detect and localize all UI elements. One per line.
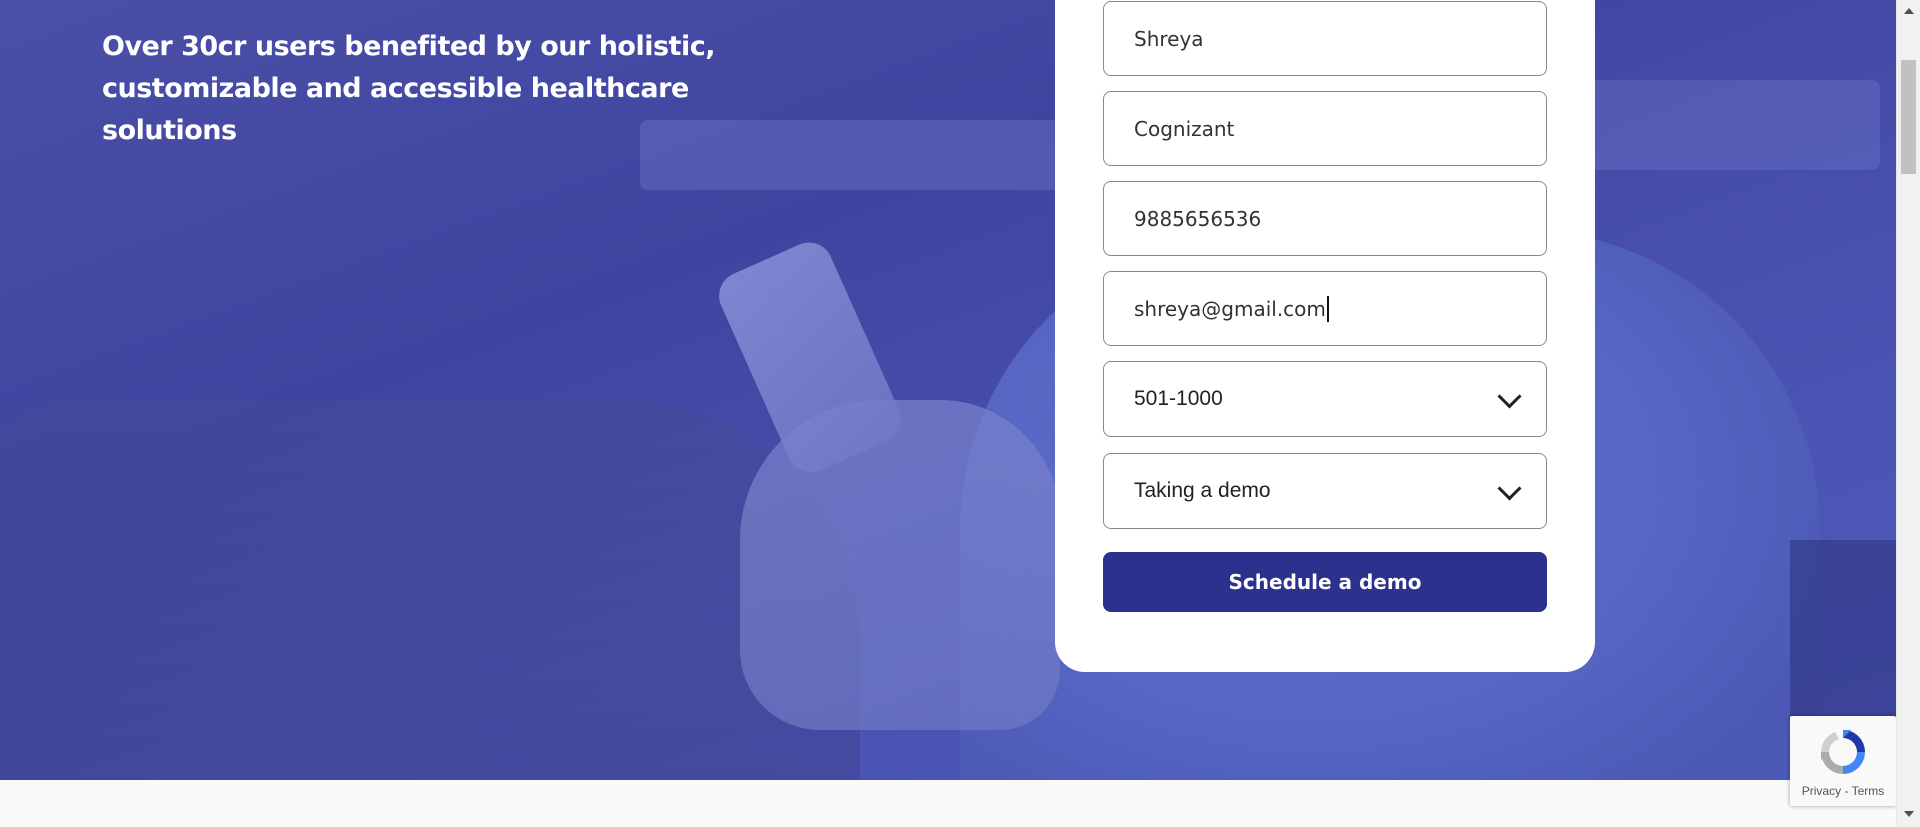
- chevron-down-icon: [1497, 384, 1522, 409]
- phone-field-value: 9885656536: [1134, 206, 1262, 231]
- chevron-down-icon: [1497, 476, 1522, 501]
- recaptcha-links: Privacy - Terms: [1790, 784, 1896, 798]
- name-field[interactable]: Shreya: [1103, 1, 1547, 76]
- name-field-value: Shreya: [1134, 26, 1204, 51]
- background-sofa: [0, 400, 860, 780]
- email-field-value: shreya@gmail.com: [1134, 296, 1326, 321]
- hero-headline-line2: customizable and accessible healthcare s…: [102, 73, 689, 146]
- recaptcha-logo-icon: [1821, 730, 1865, 774]
- email-field[interactable]: shreya@gmail.com: [1103, 271, 1547, 346]
- schedule-demo-button[interactable]: Schedule a demo: [1103, 552, 1547, 612]
- hero-headline: Over 30cr users benefited by our holisti…: [102, 26, 822, 152]
- phone-field[interactable]: 9885656536: [1103, 181, 1547, 256]
- background-window-light: [1580, 80, 1880, 170]
- hero-headline-line1: Over 30cr users benefited by our holisti…: [102, 31, 715, 62]
- employee-count-selected: 501-1000: [1134, 387, 1223, 410]
- company-field-value: Cognizant: [1134, 116, 1235, 141]
- scroll-thumb[interactable]: [1901, 60, 1916, 174]
- page-viewport: Over 30cr users benefited by our holisti…: [0, 0, 1920, 827]
- demo-form-card: Shreya Cognizant 9885656536 shreya@gmail…: [1055, 0, 1595, 672]
- terms-link[interactable]: Terms: [1852, 784, 1885, 798]
- scroll-up-arrow-icon[interactable]: [1904, 8, 1914, 14]
- link-separator: -: [1841, 784, 1852, 798]
- privacy-link[interactable]: Privacy: [1802, 784, 1841, 798]
- company-field[interactable]: Cognizant: [1103, 91, 1547, 166]
- purpose-select[interactable]: Taking a demo: [1103, 453, 1547, 529]
- purpose-selected: Taking a demo: [1134, 479, 1271, 502]
- page-scrollbar[interactable]: [1896, 0, 1920, 827]
- scroll-down-arrow-icon[interactable]: [1904, 811, 1914, 817]
- text-cursor: [1326, 295, 1329, 322]
- employee-count-select[interactable]: 501-1000: [1103, 361, 1547, 437]
- hero-section: Over 30cr users benefited by our holisti…: [0, 0, 1896, 780]
- recaptcha-badge[interactable]: Privacy - Terms: [1790, 716, 1896, 806]
